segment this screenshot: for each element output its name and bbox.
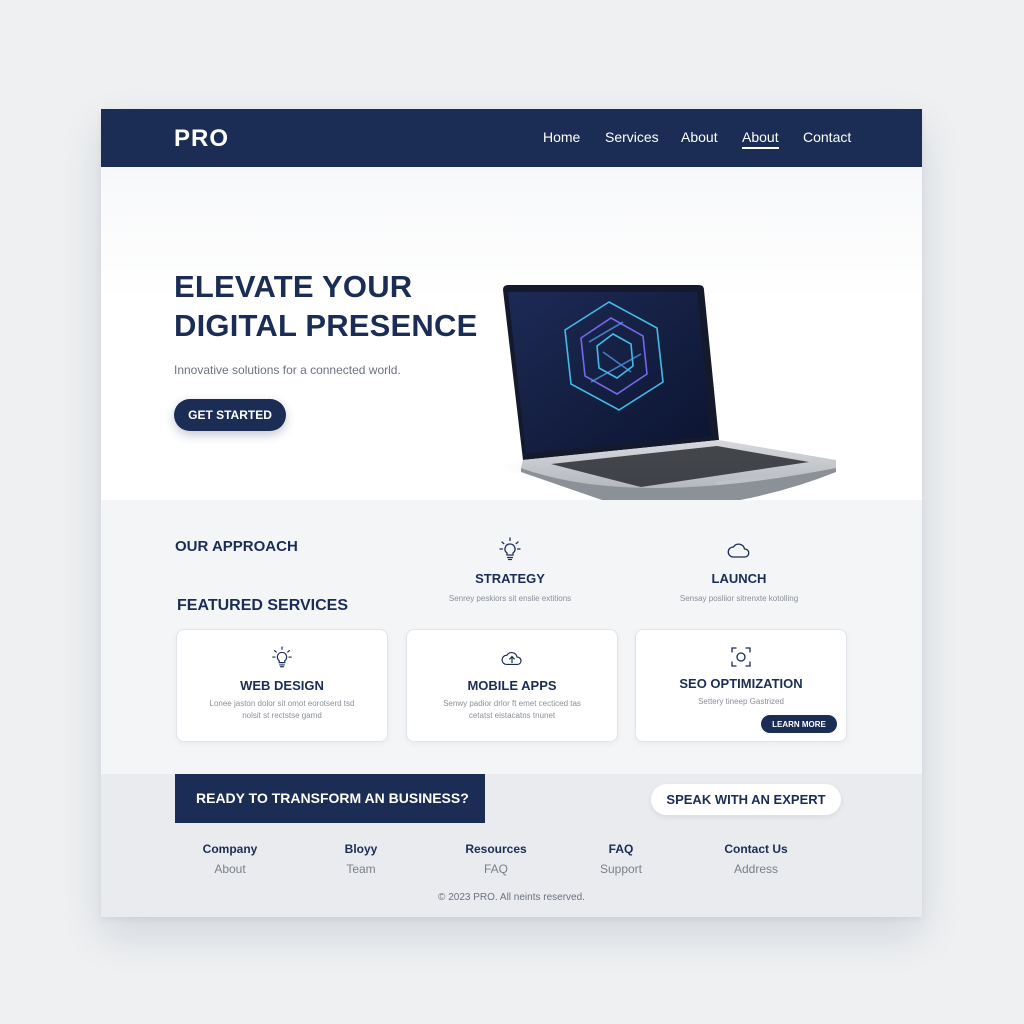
hero-title: ELEVATE YOUR DIGITAL PRESENCE [174, 267, 494, 345]
card-description: Senwy padior drlor ft emet cecticed tas … [443, 699, 581, 720]
card-title: MOBILE APPS [467, 678, 557, 693]
footer-link[interactable]: About [170, 862, 290, 876]
footer-heading[interactable]: Company [170, 842, 290, 856]
step-strategy: STRATEGY Senrey peskiors sit enslie exti… [410, 537, 610, 603]
lightbulb-icon [272, 646, 292, 668]
lightbulb-icon [499, 537, 521, 561]
website-page: PRO Home Services About About Contact EL… [101, 109, 922, 917]
nav-link-about[interactable]: About [681, 129, 718, 145]
service-card-web-design[interactable]: WEB DESIGN Lonee jaston dolor sit omot e… [176, 629, 388, 742]
footer-heading[interactable]: Resources [436, 842, 556, 856]
footer-link[interactable]: FAQ [436, 862, 556, 876]
nav-link-home[interactable]: Home [543, 129, 580, 145]
featured-services-title: FEATURED SERVICES [177, 597, 348, 614]
speak-with-expert-button[interactable]: SPEAK WITH AN EXPERT [651, 784, 841, 815]
hero-subtitle: Innovative solutions for a connected wor… [174, 363, 401, 377]
footer-heading[interactable]: Contact Us [696, 842, 816, 856]
footer-column-faq: FAQ Support [561, 842, 681, 876]
laptop-illustration [501, 285, 836, 510]
nav-link-services[interactable]: Services [605, 129, 659, 145]
step-description: Senrey peskiors sit enslie extitions [448, 594, 572, 603]
top-navbar: PRO Home Services About About Contact [101, 109, 922, 167]
step-description: Sensay posliior sitrenxte kotolling [679, 594, 799, 603]
card-title: SEO OPTIMIZATION [679, 676, 803, 691]
footer-heading[interactable]: FAQ [561, 842, 681, 856]
cloud-upload-icon [501, 652, 522, 666]
footer-link[interactable]: Team [301, 862, 421, 876]
logo[interactable]: PRO [174, 125, 229, 153]
footer-heading[interactable]: Bloyy [301, 842, 421, 856]
step-title: STRATEGY [475, 571, 545, 586]
nav-link-contact[interactable]: Contact [803, 129, 851, 145]
cloud-icon [727, 543, 750, 558]
step-title: LAUNCH [711, 571, 767, 586]
hero-title-line1: ELEVATE YOUR [174, 269, 413, 304]
card-description: Settery tineep Gastrized [698, 697, 784, 706]
service-card-seo-optimization[interactable]: SEO OPTIMIZATION Settery tineep Gastrize… [635, 629, 847, 742]
hero-section: ELEVATE YOUR DIGITAL PRESENCE Innovative… [101, 167, 922, 510]
hero-title-line2: DIGITAL PRESENCE [174, 308, 478, 343]
focus-icon [731, 647, 751, 667]
footer-column-contact: Contact Us Address [696, 842, 816, 876]
footer-column-blog: Bloyy Team [301, 842, 421, 876]
service-card-mobile-apps[interactable]: MOBILE APPS Senwy padior drlor ft emet c… [406, 629, 618, 742]
our-approach-title: OUR APPROACH [175, 538, 298, 555]
footer: READY TO TRANSFORM AN BUSINESS? SPEAK WI… [101, 774, 922, 917]
approach-section: OUR APPROACH FEATURED SERVICES STRATEGY … [101, 500, 922, 774]
step-launch: LAUNCH Sensay posliior sitrenxte kotolli… [639, 537, 839, 603]
card-description: Lonee jaston dolor sit omot eorotserd ts… [209, 699, 355, 720]
footer-column-company: Company About [170, 842, 290, 876]
get-started-button[interactable]: GET STARTED [174, 399, 286, 431]
learn-more-button[interactable]: LEARN MORE [761, 715, 837, 733]
nav-link-about-active[interactable]: About [742, 129, 779, 149]
copyright-text: © 2023 PRO. All neints reserved. [438, 892, 585, 903]
footer-link[interactable]: Address [696, 862, 816, 876]
transform-banner: READY TO TRANSFORM AN BUSINESS? [175, 774, 485, 823]
footer-column-resources: Resources FAQ [436, 842, 556, 876]
card-title: WEB DESIGN [240, 678, 324, 693]
footer-link[interactable]: Support [561, 862, 681, 876]
